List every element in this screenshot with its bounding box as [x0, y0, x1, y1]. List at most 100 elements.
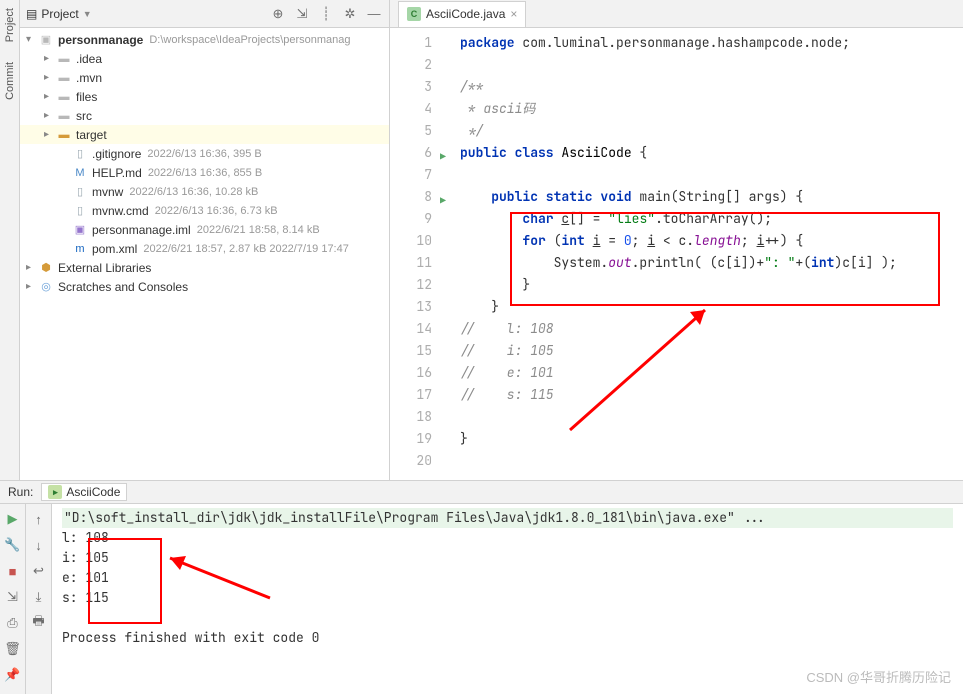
editor-tab[interactable]: C AsciiCode.java × — [398, 1, 526, 27]
tree-scratches[interactable]: ▸ ◎ Scratches and Consoles — [20, 277, 389, 296]
code-line[interactable]: // l: 108 — [460, 318, 963, 340]
console-line: e: 101 — [62, 568, 953, 588]
tree-item[interactable]: ▯ .gitignore 2022/6/13 16:36, 395 B — [20, 144, 389, 163]
tree-root[interactable]: ▾ ▣ personmanage D:\workspace\IdeaProjec… — [20, 30, 389, 49]
code-line[interactable]: } — [460, 274, 963, 296]
file-icon: ▯ — [72, 146, 88, 162]
item-name: target — [76, 128, 107, 142]
run-config-tab[interactable]: ▸ AsciiCode — [41, 483, 127, 501]
libs-icon: ⬢ — [38, 260, 54, 276]
code-line[interactable]: /** — [460, 76, 963, 98]
code-line[interactable]: } — [460, 428, 963, 450]
tree-item[interactable]: ▸▬files — [20, 87, 389, 106]
item-meta: 2022/6/13 16:36, 6.73 kB — [155, 205, 278, 217]
project-tool-window: ▤ Project ▼ ⊕ ⇲ ┊ ✲ — ▾ ▣ personmanage D… — [20, 0, 390, 480]
item-name: .mvn — [76, 71, 102, 85]
tree-item[interactable]: ▯mvnw.cmd2022/6/13 16:36, 6.73 kB — [20, 201, 389, 220]
code-content[interactable]: package com.luminal.personmanage.hashamp… — [440, 28, 963, 480]
item-name: .gitignore — [92, 147, 141, 161]
code-line[interactable]: // e: 101 — [460, 362, 963, 384]
wrench-icon[interactable]: 🔧 — [4, 536, 22, 554]
code-line[interactable]: public class AsciiCode { — [460, 142, 963, 164]
select-opened-icon[interactable]: ⊕ — [269, 5, 287, 23]
file-icon: ▯ — [72, 203, 88, 219]
code-line[interactable]: // i: 105 — [460, 340, 963, 362]
item-name: personmanage.iml — [92, 223, 191, 237]
run-toolbar-right: ↑ ↓ ↩ ⤓ 🖶 — [26, 504, 52, 694]
code-line[interactable]: // s: 115 — [460, 384, 963, 406]
side-tool-tabs: Project Commit — [0, 0, 20, 480]
console-line: s: 115 — [62, 588, 953, 608]
layout-icon[interactable]: ⇲ — [4, 588, 22, 606]
code-line[interactable]: * ascii码 — [460, 98, 963, 120]
editor-gutter: 123456▶78▶91011121314151617181920 — [390, 28, 440, 480]
tree-external-libs[interactable]: ▸ ⬢ External Libraries — [20, 258, 389, 277]
divider-icon: ┊ — [317, 5, 335, 23]
console-output[interactable]: "D:\soft_install_dir\jdk\jdk_installFile… — [52, 504, 963, 694]
editor-body[interactable]: 123456▶78▶91011121314151617181920 packag… — [390, 28, 963, 480]
delete-icon[interactable]: 🗑 — [4, 640, 22, 658]
code-line[interactable] — [460, 450, 963, 472]
item-name: pom.xml — [92, 242, 137, 256]
file-icon: m — [72, 241, 88, 257]
scratches-icon: ◎ — [38, 279, 54, 295]
tree-item[interactable]: ▸▬.idea — [20, 49, 389, 68]
item-name: HELP.md — [92, 166, 142, 180]
stop-icon[interactable]: ■ — [4, 562, 22, 580]
tree-item[interactable]: ▸▬target — [20, 125, 389, 144]
code-line[interactable]: System.out.println( (c[i])+": "+(int)c[i… — [460, 252, 963, 274]
pin-icon[interactable]: 📌 — [4, 666, 22, 684]
tree-item[interactable]: m pom.xml 2022/6/21 18:57, 2.87 kB 2022/7/… — [20, 239, 389, 258]
rerun-icon[interactable]: ▶ — [4, 510, 22, 528]
project-panel-header: ▤ Project ▼ ⊕ ⇲ ┊ ✲ — — [20, 0, 389, 28]
project-icon: ▤ — [26, 7, 37, 21]
file-icon: M — [72, 165, 88, 181]
code-line[interactable]: package com.luminal.personmanage.hashamp… — [460, 32, 963, 54]
tree-item[interactable]: ▣ personmanage.iml 2022/6/21 18:58, 8.14 k… — [20, 220, 389, 239]
project-tree[interactable]: ▾ ▣ personmanage D:\workspace\IdeaProjec… — [20, 28, 389, 480]
file-icon: ▬ — [56, 127, 72, 143]
hide-icon[interactable]: — — [365, 5, 383, 23]
console-command: "D:\soft_install_dir\jdk\jdk_installFile… — [62, 508, 953, 528]
settings-icon[interactable]: ✲ — [341, 5, 359, 23]
run-config-icon: ▸ — [48, 485, 62, 499]
file-icon: ▬ — [56, 108, 72, 124]
external-label: External Libraries — [58, 261, 151, 275]
java-class-icon: C — [407, 7, 421, 21]
run-tool-header: Run: ▸ AsciiCode — [0, 480, 963, 504]
item-meta: 2022/6/13 16:36, 10.28 kB — [129, 186, 258, 198]
down-icon[interactable]: ↓ — [30, 536, 48, 554]
tree-item[interactable]: ▯mvnw2022/6/13 16:36, 10.28 kB — [20, 182, 389, 201]
file-icon: ▬ — [56, 89, 72, 105]
tree-item[interactable]: ▸▬src — [20, 106, 389, 125]
softwrap-icon[interactable]: ↩ — [30, 562, 48, 580]
tree-item[interactable]: ▸▬.mvn — [20, 68, 389, 87]
code-line[interactable]: */ — [460, 120, 963, 142]
file-icon: ▯ — [72, 184, 88, 200]
print-icon[interactable]: ⎙ — [4, 614, 22, 632]
item-name: .idea — [76, 52, 102, 66]
code-line[interactable]: public static void main(String[] args) { — [460, 186, 963, 208]
item-meta: 2022/6/13 16:36, 395 B — [147, 148, 261, 160]
code-line[interactable]: } — [460, 296, 963, 318]
expand-all-icon[interactable]: ⇲ — [293, 5, 311, 23]
code-line[interactable] — [460, 164, 963, 186]
scratches-label: Scratches and Consoles — [58, 280, 188, 294]
item-meta: 2022/6/21 18:58, 8.14 kB — [197, 224, 320, 236]
code-line[interactable]: char c[] = "lies".toCharArray(); — [460, 208, 963, 230]
print2-icon[interactable]: 🖶 — [30, 614, 48, 632]
watermark: CSDN @华哥折腾历险记 — [806, 667, 951, 686]
dropdown-icon[interactable]: ▼ — [83, 9, 92, 19]
side-tab-commit[interactable]: Commit — [4, 62, 16, 100]
editor-tab-bar: C AsciiCode.java × — [390, 0, 963, 28]
item-meta: 2022/6/21 18:57, 2.87 kB 2022/7/19 17:47 — [143, 243, 349, 255]
file-icon: ▣ — [72, 222, 88, 238]
close-icon[interactable]: × — [510, 7, 517, 21]
code-line[interactable] — [460, 54, 963, 76]
code-line[interactable] — [460, 406, 963, 428]
tree-item[interactable]: MHELP.md2022/6/13 16:36, 855 B — [20, 163, 389, 182]
up-icon[interactable]: ↑ — [30, 510, 48, 528]
scroll-icon[interactable]: ⤓ — [30, 588, 48, 606]
code-line[interactable]: for (int i = 0; i < c.length; i++) { — [460, 230, 963, 252]
side-tab-project[interactable]: Project — [4, 8, 16, 42]
